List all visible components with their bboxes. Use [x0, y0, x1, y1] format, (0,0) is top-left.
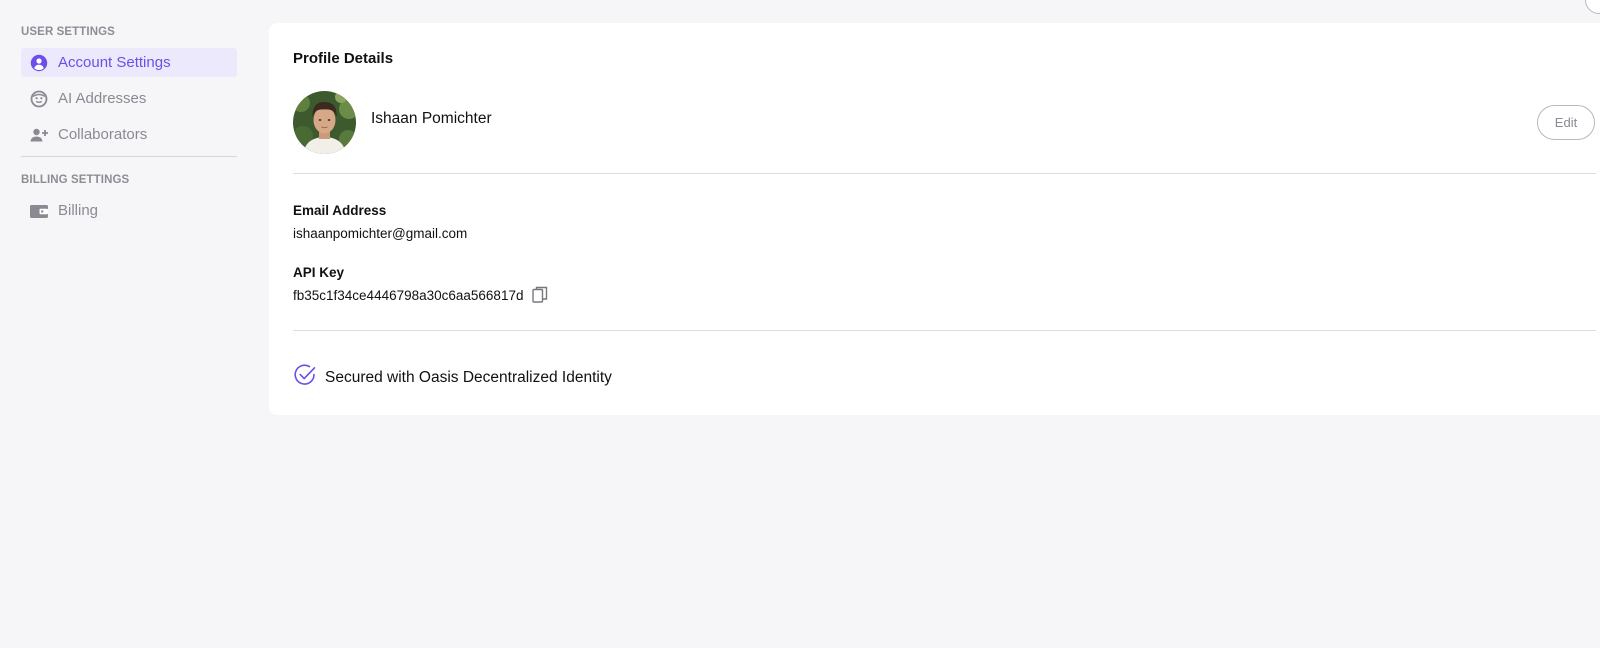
wallet-icon [29, 201, 49, 221]
sidebar-item-label: Billing [58, 202, 99, 219]
copy-icon[interactable] [532, 286, 548, 304]
sidebar-divider [21, 156, 237, 157]
user-name: Ishaan Pomichter [371, 110, 492, 127]
email-value: ishaanpomichter@gmail.com [293, 226, 468, 241]
avatar [293, 91, 356, 154]
sidebar-item-account-settings[interactable]: Account Settings [21, 48, 237, 77]
check-circle-icon [293, 363, 317, 392]
section-divider [293, 330, 1596, 331]
sidebar-item-label: Collaborators [58, 126, 148, 143]
api-key-label: API Key [293, 265, 345, 280]
page-title: Profile Details [293, 50, 394, 67]
user-plus-icon [29, 125, 49, 145]
user-settings-heading: USER SETTINGS [21, 26, 115, 38]
sidebar-item-label: AI Addresses [58, 90, 147, 107]
sidebar-item-collaborators[interactable]: Collaborators [21, 120, 237, 149]
secured-badge: Secured with Oasis Decentralized Identit… [293, 363, 612, 392]
edit-button[interactable]: Edit [1537, 105, 1595, 140]
robot-face-icon [29, 89, 49, 109]
sidebar-item-label: Account Settings [58, 54, 171, 71]
settings-sidebar: USER SETTINGS Account Settings AI Addres… [21, 24, 237, 232]
api-key-value: fb35c1f34ce4446798a30c6aa566817d [293, 287, 524, 303]
sidebar-item-billing[interactable]: Billing [21, 196, 237, 225]
section-divider [293, 173, 1596, 174]
secured-text: Secured with Oasis Decentralized Identit… [325, 368, 612, 386]
profile-details-card: Profile Details Ishaan Pomichter Edit Em… [269, 23, 1600, 415]
sidebar-item-ai-addresses[interactable]: AI Addresses [21, 84, 237, 113]
user-circle-icon [29, 53, 49, 73]
corner-round-button[interactable] [1585, 0, 1600, 14]
api-key-row: fb35c1f34ce4446798a30c6aa566817d [293, 286, 548, 304]
email-label: Email Address [293, 203, 387, 218]
billing-settings-heading: BILLING SETTINGS [21, 174, 130, 186]
